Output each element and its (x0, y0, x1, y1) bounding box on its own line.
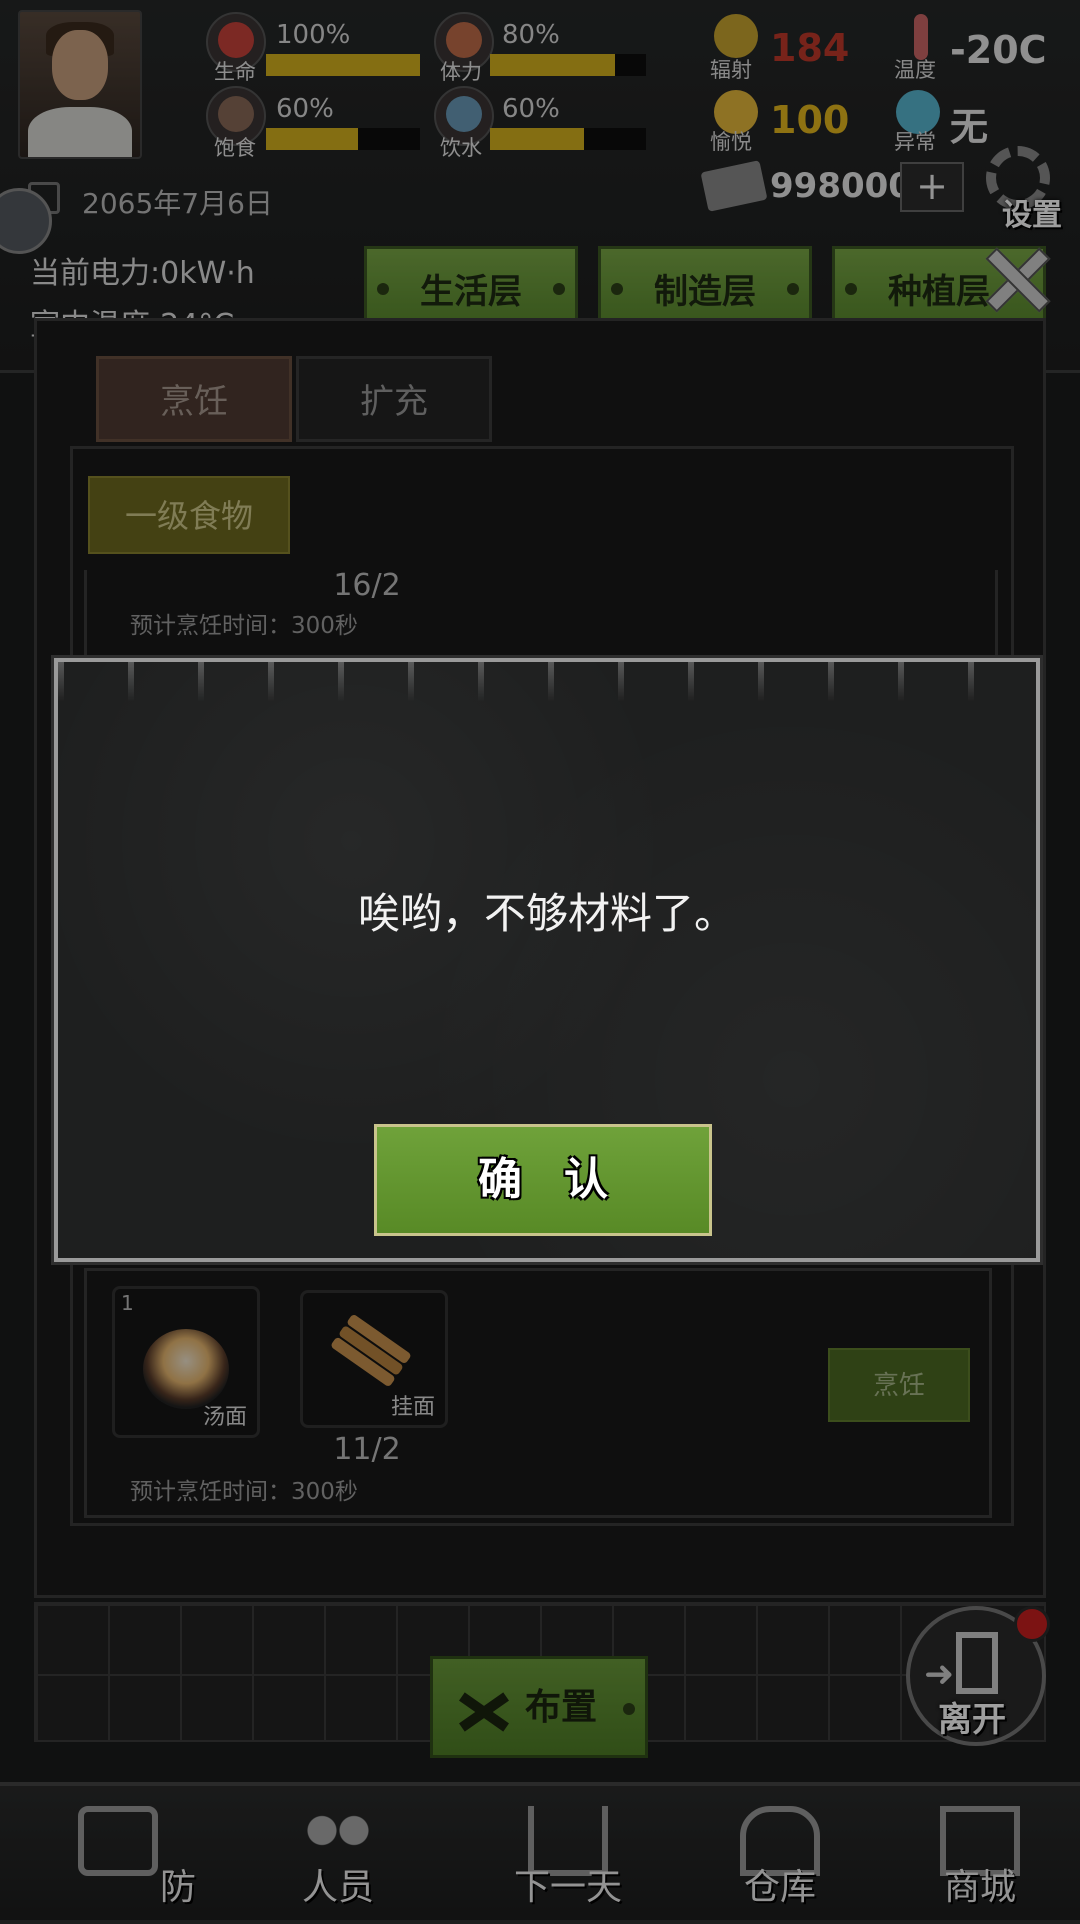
icicle-decoration (58, 662, 1036, 702)
dialog-message: 唉哟，不够材料了。 (357, 889, 736, 938)
confirm-button[interactable]: 确认 (374, 1124, 712, 1236)
alert-dialog: 唉哟，不够材料了。 确认 (54, 658, 1040, 1262)
